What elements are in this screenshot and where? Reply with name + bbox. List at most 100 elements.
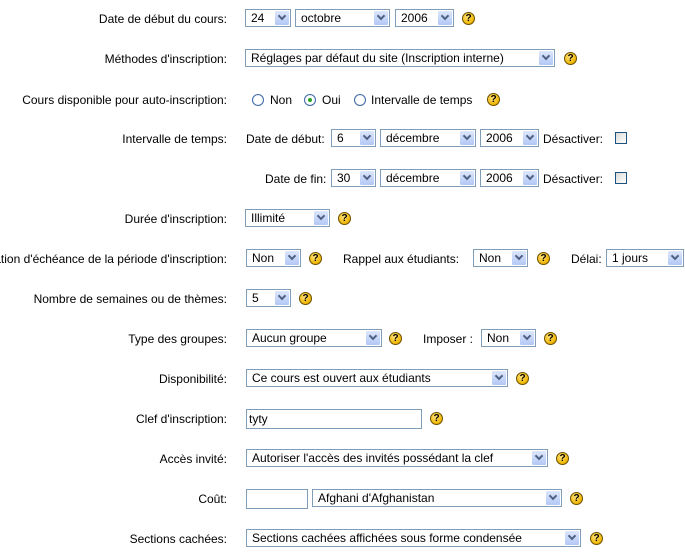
label-imposer: Imposer :	[423, 332, 474, 346]
radio-non[interactable]	[252, 94, 264, 106]
chevron-down-icon	[360, 131, 374, 145]
select-start-month[interactable]: octobre	[295, 9, 390, 27]
help-icon[interactable]: ?	[516, 372, 529, 385]
chevron-down-icon	[374, 11, 388, 25]
select-interval-end-year[interactable]: 2006	[480, 169, 539, 187]
label-disponibilite: Disponibilité:	[158, 372, 227, 386]
select-interval-start-month[interactable]: décembre	[380, 129, 476, 147]
chevron-down-icon	[520, 331, 534, 345]
label-duree: Durée d'inscription:	[124, 212, 227, 226]
select-hidden-sections[interactable]: Sections cachées affichées sous forme co…	[246, 529, 581, 547]
row-auto-inscription: Cours disponible pour auto-inscription: …	[0, 89, 685, 111]
help-icon[interactable]: ?	[556, 452, 569, 465]
help-icon[interactable]: ?	[299, 292, 312, 305]
row-intervalle-fin: Date de fin: 30 décembre 2006 Désactiver…	[0, 168, 685, 190]
help-icon[interactable]: ?	[487, 93, 500, 106]
chevron-down-icon	[523, 171, 537, 185]
chevron-down-icon	[523, 131, 537, 145]
help-icon[interactable]: ?	[570, 492, 583, 505]
chevron-down-icon	[492, 371, 506, 385]
enrolment-key-input[interactable]: tyty	[246, 409, 422, 429]
row-clef: Clef d'inscription: tyty ?	[0, 408, 685, 430]
row-disponibilite: Disponibilité: Ce cours est ouvert aux é…	[0, 368, 685, 390]
label-interval-start: Date de début:	[246, 132, 325, 146]
help-icon[interactable]: ?	[338, 212, 351, 225]
row-echeance: Notification d'échéance de la période d'…	[0, 248, 685, 270]
label-interval-end: Date de fin:	[265, 172, 327, 186]
row-semaines: Nombre de semaines ou de thèmes: 5 ?	[0, 288, 685, 310]
select-start-day[interactable]: 24	[245, 9, 291, 27]
radio-oui[interactable]	[304, 94, 316, 106]
chevron-down-icon	[360, 171, 374, 185]
help-icon[interactable]: ?	[544, 332, 557, 345]
label-rappel: Rappel aux étudiants:	[343, 252, 460, 266]
label-end-disable: Désactiver:	[543, 172, 604, 186]
label-cout: Coût:	[198, 492, 227, 506]
row-cout: Coût: Afghani d'Afghanistan ?	[0, 488, 685, 510]
chevron-down-icon	[668, 251, 682, 265]
help-icon[interactable]: ?	[430, 412, 443, 425]
select-guest-access[interactable]: Autoriser l'accès des invités possédant …	[246, 449, 548, 467]
chevron-down-icon	[565, 531, 579, 545]
label-date-debut: Date de début du cours:	[98, 12, 227, 26]
chevron-down-icon	[366, 331, 380, 345]
label-intervalle: Intervalle de temps:	[122, 132, 227, 146]
help-icon[interactable]: ?	[389, 332, 402, 345]
select-visibility[interactable]: Ce cours est ouvert aux étudiants	[246, 369, 508, 387]
chevron-down-icon	[460, 131, 474, 145]
checkbox-end-disable[interactable]	[615, 172, 627, 184]
select-enrol-method[interactable]: Réglages par défaut du site (Inscription…	[245, 49, 555, 67]
cost-input[interactable]	[246, 489, 308, 509]
select-start-year[interactable]: 2006	[395, 9, 454, 27]
help-icon[interactable]: ?	[590, 532, 603, 545]
label-methodes: Méthodes d'inscription:	[104, 52, 227, 66]
row-intervalle-debut: Intervalle de temps: Date de début: 6 dé…	[0, 128, 685, 150]
label-acces-invite: Accès invité:	[159, 452, 227, 466]
chevron-down-icon	[539, 51, 553, 65]
select-interval-start-year[interactable]: 2006	[480, 129, 539, 147]
help-icon[interactable]: ?	[537, 252, 550, 265]
help-icon[interactable]: ?	[309, 252, 322, 265]
chevron-down-icon	[275, 11, 289, 25]
label-semaines: Nombre de semaines ou de thèmes:	[33, 292, 227, 306]
row-groupes: Type des groupes: Aucun groupe ? Imposer…	[0, 328, 685, 350]
label-delai: Délai:	[571, 252, 602, 266]
select-interval-end-day[interactable]: 30	[331, 169, 376, 187]
chevron-down-icon	[314, 211, 328, 225]
chevron-down-icon	[438, 11, 452, 25]
select-expiry-notify[interactable]: Non	[246, 249, 301, 267]
select-currency[interactable]: Afghani d'Afghanistan	[312, 489, 562, 507]
chevron-down-icon	[512, 251, 526, 265]
label-groupes: Type des groupes:	[128, 332, 227, 346]
select-group-force[interactable]: Non	[481, 329, 536, 347]
select-group-mode[interactable]: Aucun groupe	[246, 329, 382, 347]
chevron-down-icon	[460, 171, 474, 185]
chevron-down-icon	[275, 291, 289, 305]
row-date-debut: Date de début du cours: 24 octobre 2006 …	[0, 8, 685, 30]
label-start-disable: Désactiver:	[543, 132, 604, 146]
radio-label-oui: Oui	[322, 93, 341, 107]
row-acces-invite: Accès invité: Autoriser l'accès des invi…	[0, 448, 685, 470]
checkbox-start-disable[interactable]	[615, 132, 627, 144]
radio-intervalle[interactable]	[354, 94, 366, 106]
help-icon[interactable]: ?	[564, 52, 577, 65]
help-icon[interactable]: ?	[462, 12, 475, 25]
row-sections-cachees: Sections cachées: Sections cachées affic…	[0, 528, 685, 550]
row-methodes: Méthodes d'inscription: Réglages par déf…	[0, 48, 685, 70]
row-duree: Durée d'inscription: Illimité ?	[0, 208, 685, 230]
select-interval-start-day[interactable]: 6	[331, 129, 376, 147]
select-enrol-period[interactable]: Illimité	[245, 209, 330, 227]
select-num-sections[interactable]: 5	[246, 289, 291, 307]
label-echeance: Notification d'échéance de la période d'…	[0, 252, 227, 266]
chevron-down-icon	[285, 251, 299, 265]
chevron-down-icon	[532, 451, 546, 465]
label-sections-cachees: Sections cachées:	[129, 532, 227, 546]
radio-label-non: Non	[270, 93, 293, 107]
select-interval-end-month[interactable]: décembre	[380, 169, 476, 187]
label-clef: Clef d'inscription:	[136, 412, 227, 426]
chevron-down-icon	[546, 491, 560, 505]
select-notify-students[interactable]: Non	[473, 249, 528, 267]
label-auto-inscription: Cours disponible pour auto-inscription:	[22, 93, 227, 107]
select-expiry-threshold[interactable]: 1 jours	[606, 249, 684, 267]
radio-label-intervalle: Intervalle de temps	[371, 93, 473, 107]
